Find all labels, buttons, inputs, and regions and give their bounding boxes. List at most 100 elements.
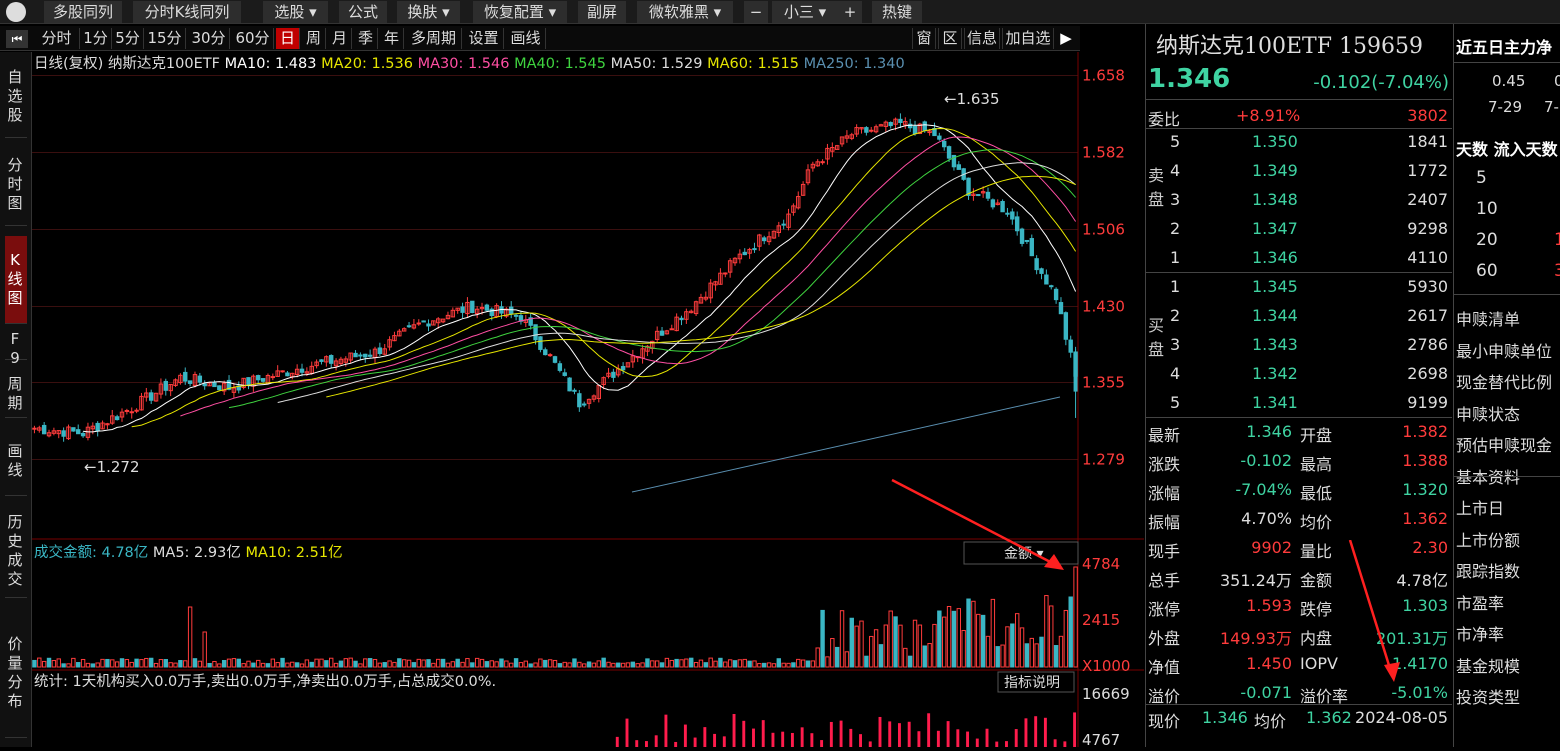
period-tab-11[interactable]: 多周期 bbox=[406, 28, 462, 49]
sidebar-item-5[interactable]: 画线 bbox=[5, 426, 27, 496]
period-tab-8[interactable]: 月 bbox=[328, 28, 352, 49]
volume-bar bbox=[221, 660, 227, 668]
volume-bar bbox=[183, 660, 188, 668]
volume-bar bbox=[163, 659, 168, 668]
ask-row[interactable]: 5 1.350 1841 bbox=[1146, 128, 1452, 157]
kline-svg[interactable]: 1.658 1.582 1.506 1.430 1.355 1.279 日线(复权) 纳斯达… bbox=[32, 52, 1144, 749]
period-tab-7[interactable]: 周 bbox=[302, 28, 326, 49]
period-tab-4[interactable]: 30分 bbox=[188, 28, 230, 49]
period-tab-1[interactable]: 1分 bbox=[80, 28, 112, 49]
candle-body bbox=[557, 363, 563, 371]
fund-info-item[interactable]: 投资类型 bbox=[1456, 684, 1520, 708]
topbar-9[interactable]: 小三 ▾ bbox=[772, 1, 838, 23]
topbar-8[interactable]: − bbox=[744, 1, 768, 23]
topbar-0[interactable]: 多股同列 bbox=[44, 1, 122, 23]
candle-body bbox=[256, 375, 261, 381]
fund-info-item[interactable]: 申赎状态 bbox=[1456, 401, 1520, 425]
fund-info-item[interactable]: 上市日 bbox=[1456, 495, 1504, 519]
ask-row[interactable]: 1 1.346 4110 bbox=[1146, 244, 1452, 273]
period-tab-3[interactable]: 15分 bbox=[144, 28, 186, 49]
topbar-11[interactable]: 热键 bbox=[872, 1, 922, 23]
stats-bar bbox=[732, 714, 736, 747]
stat-row: 涨停 1.593 跌停 1.303 bbox=[1148, 596, 1448, 619]
tool-1[interactable]: 区 bbox=[938, 28, 962, 49]
volume-bar bbox=[178, 660, 183, 668]
candle-body bbox=[1068, 339, 1073, 353]
volume-bar bbox=[280, 657, 285, 668]
topbar-2[interactable]: 选股 ▾ bbox=[263, 1, 328, 23]
candle-body bbox=[781, 223, 786, 226]
fund-info-item[interactable]: 市净率 bbox=[1456, 621, 1504, 645]
stats-bar bbox=[713, 733, 717, 747]
kline-chart[interactable]: 1.658 1.582 1.506 1.430 1.355 1.279 日线(复权) 纳斯达… bbox=[32, 52, 1144, 749]
volume-bar bbox=[689, 657, 694, 668]
sidebar-item-1[interactable]: 分时图 bbox=[5, 144, 27, 226]
stats-bar bbox=[907, 721, 911, 747]
fund-info-item[interactable]: 最小申赎单位 bbox=[1456, 338, 1552, 362]
ask-row[interactable]: 3 1.348 2407 bbox=[1146, 186, 1452, 215]
fund-info-item[interactable]: 预估申赎现金 bbox=[1456, 432, 1552, 456]
topbar-3[interactable]: 公式 bbox=[339, 1, 387, 23]
stat-row: 振幅 4.70% 均价 1.362 bbox=[1148, 509, 1448, 532]
candle-body bbox=[723, 272, 728, 275]
period-tab-2[interactable]: 5分 bbox=[112, 28, 144, 49]
candle-body bbox=[567, 377, 572, 392]
volume-bar bbox=[329, 657, 334, 668]
period-tab-12[interactable]: 设置 bbox=[464, 28, 504, 49]
ma-line bbox=[180, 136, 1077, 417]
sidebar-item-2[interactable]: K线图 bbox=[5, 236, 27, 324]
toolbar-home-icon[interactable]: ⏮ bbox=[6, 30, 28, 48]
bid-row[interactable]: 2 1.344 2617 bbox=[1146, 302, 1452, 331]
fund-info-item[interactable]: 现金替代比例 bbox=[1456, 369, 1552, 393]
collapse-panel-icon[interactable]: ▶ bbox=[1056, 28, 1076, 49]
ask-row[interactable]: 2 1.347 9298 bbox=[1146, 215, 1452, 244]
fund-info-item[interactable]: 市盈率 bbox=[1456, 590, 1504, 614]
fund-info-item[interactable]: 跟踪指数 bbox=[1456, 558, 1520, 582]
candle-body bbox=[990, 199, 996, 208]
candle-body bbox=[358, 354, 363, 357]
period-tab-13[interactable]: 画线 bbox=[506, 28, 546, 49]
volume-bar bbox=[148, 657, 154, 668]
volume-bar bbox=[343, 658, 349, 668]
topbar-7[interactable]: 微软雅黑 ▾ bbox=[637, 1, 733, 23]
volume-bar bbox=[110, 659, 115, 668]
period-tab-10[interactable]: 年 bbox=[380, 28, 404, 49]
candle-body bbox=[202, 383, 207, 387]
period-tab-9[interactable]: 季 bbox=[354, 28, 378, 49]
topbar-6[interactable]: 副屏 bbox=[578, 1, 626, 23]
bid-row[interactable]: 3 1.343 2786 bbox=[1146, 331, 1452, 360]
bid-row[interactable]: 5 1.341 9199 bbox=[1146, 389, 1452, 418]
volume-bar bbox=[538, 658, 543, 668]
period-tab-0[interactable]: 分时 bbox=[34, 28, 80, 49]
stats-bar bbox=[878, 716, 882, 747]
sidebar-item-3[interactable]: F9 bbox=[5, 330, 27, 367]
fund-info-item[interactable]: 基金规模 bbox=[1456, 653, 1520, 677]
chart-legend: 日线(复权) 纳斯达克100ETF MA10: 1.483 MA20: 1.53… bbox=[34, 54, 905, 72]
volume-bar bbox=[766, 662, 772, 668]
sidebar-item-7[interactable]: 价量分布 bbox=[5, 608, 27, 738]
sidebar-item-4[interactable]: 周期 bbox=[5, 370, 27, 418]
candle-body bbox=[280, 370, 285, 373]
quote-price: 1.346 bbox=[1148, 64, 1231, 94]
topbar-5[interactable]: 恢复配置 ▾ bbox=[473, 1, 567, 23]
tool-3[interactable]: 加自选 bbox=[1002, 28, 1054, 49]
volume-bar bbox=[95, 662, 100, 668]
period-tab-6[interactable]: 日 bbox=[276, 28, 300, 49]
sidebar-item-6[interactable]: 历史成交 bbox=[5, 504, 27, 598]
fund-info-item[interactable]: 上市份额 bbox=[1456, 527, 1520, 551]
bid-row[interactable]: 4 1.342 2698 bbox=[1146, 360, 1452, 389]
candle-body bbox=[1063, 312, 1069, 340]
tool-0[interactable]: 窗 bbox=[912, 28, 936, 49]
fund-info-item[interactable]: 申赎清单 bbox=[1456, 306, 1520, 330]
topbar-1[interactable]: 分时K线同列 bbox=[133, 1, 241, 23]
ask-row[interactable]: 4 1.349 1772 bbox=[1146, 157, 1452, 186]
period-tab-5[interactable]: 60分 bbox=[232, 28, 274, 49]
tool-2[interactable]: 信息 bbox=[964, 28, 1000, 49]
sidebar-item-0[interactable]: 自选股 bbox=[5, 56, 27, 138]
candle-body bbox=[679, 317, 684, 321]
volume-bar bbox=[66, 663, 71, 668]
candle-body bbox=[912, 125, 918, 135]
bid-row[interactable]: 1 1.345 5930 bbox=[1146, 273, 1452, 302]
topbar-10[interactable]: + bbox=[838, 1, 862, 23]
topbar-4[interactable]: 换肤 ▾ bbox=[397, 1, 460, 23]
